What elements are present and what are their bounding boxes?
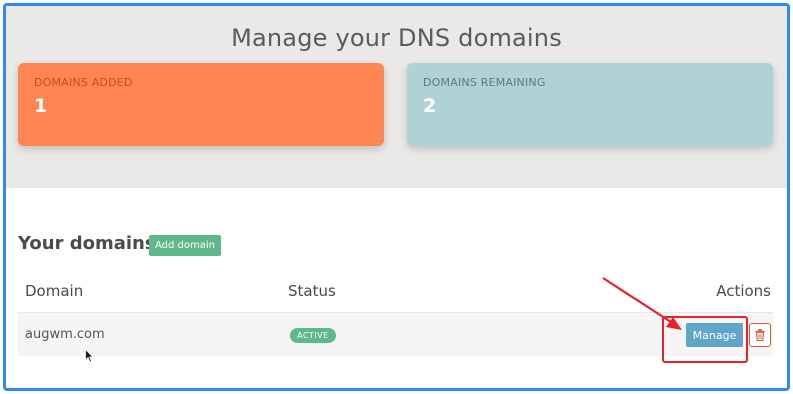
domains-remaining-card: DOMAINS REMAINING 2 [407,63,773,146]
delete-button[interactable] [749,323,771,347]
table-row: augwm.com ACTIVE Manage [18,312,773,356]
add-domain-button[interactable]: Add domain [149,235,221,256]
trash-icon [755,329,765,341]
table-header: Domain Status Actions [18,276,773,312]
screenshot-frame: Manage your DNS domains DOMAINS ADDED 1 … [3,3,790,391]
domains-remaining-value: 2 [423,95,437,117]
status-badge: ACTIVE [290,328,336,343]
section-title: Your domains [18,233,156,254]
page-title: Manage your DNS domains [231,24,562,52]
domains-added-card: DOMAINS ADDED 1 [18,63,384,146]
column-header-actions: Actions [716,282,771,300]
domains-added-value: 1 [34,95,48,117]
column-header-domain: Domain [25,282,84,300]
domain-name: augwm.com [25,327,105,342]
manage-button[interactable]: Manage [686,323,743,347]
domains-added-label: DOMAINS ADDED [34,76,133,89]
column-header-status: Status [288,282,336,300]
domains-remaining-label: DOMAINS REMAINING [423,76,546,89]
header-band: Manage your DNS domains DOMAINS ADDED 1 … [6,6,787,188]
domains-table: Domain Status Actions augwm.com ACTIVE M… [18,276,773,356]
